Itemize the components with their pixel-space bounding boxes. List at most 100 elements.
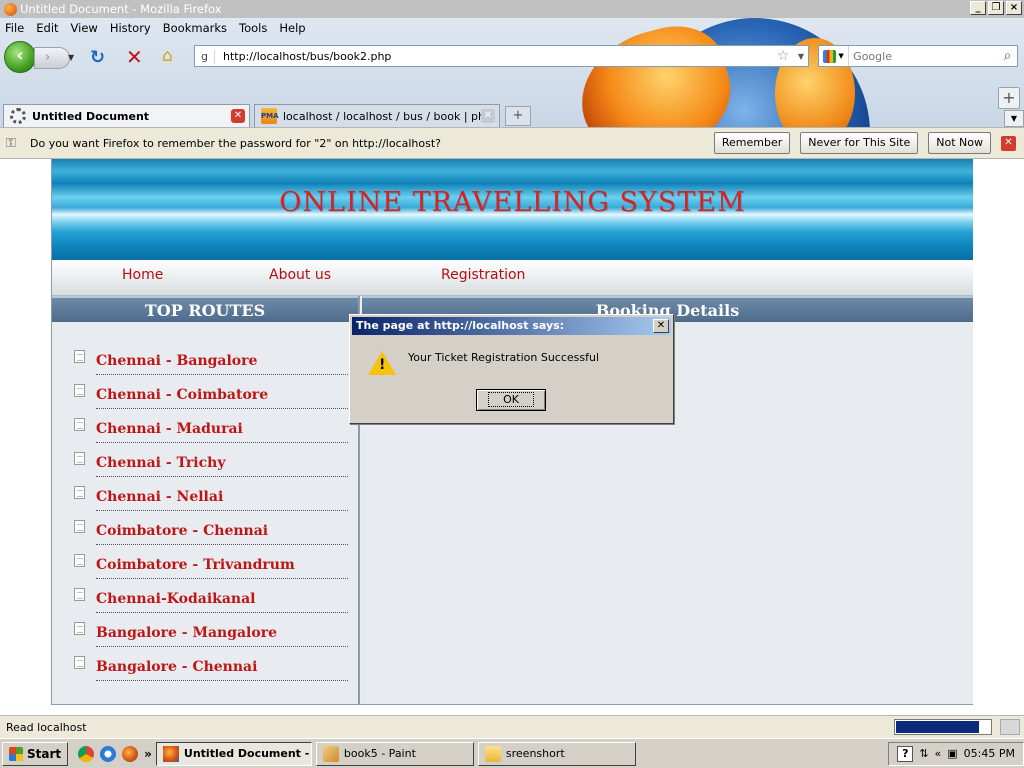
forward-button[interactable]: › bbox=[34, 47, 70, 69]
document-icon bbox=[74, 452, 85, 465]
back-button[interactable]: ‹ bbox=[4, 41, 36, 73]
paint-icon bbox=[322, 745, 339, 762]
key-icon: ⚿ bbox=[6, 135, 16, 151]
tab-close-icon[interactable]: ✕ bbox=[481, 109, 495, 123]
clock[interactable]: 05:45 PM bbox=[964, 747, 1015, 760]
firefox-icon bbox=[162, 745, 179, 762]
task-label: sreenshort bbox=[505, 747, 565, 760]
site-nav: Home About us Registration bbox=[52, 260, 973, 296]
start-button[interactable]: Start bbox=[2, 741, 69, 766]
route-link[interactable]: Coimbatore - Chennai bbox=[96, 520, 348, 545]
window-controls: _ ❐ × bbox=[970, 1, 1022, 15]
menu-tools[interactable]: Tools bbox=[238, 20, 268, 38]
alert-dialog: The page at http://localhost says: ✕ ! Y… bbox=[349, 314, 674, 424]
route-link[interactable]: Bangalore - Chennai bbox=[96, 656, 348, 681]
start-label: Start bbox=[27, 746, 62, 761]
menu-view[interactable]: View bbox=[70, 20, 99, 38]
menu-edit[interactable]: Edit bbox=[35, 20, 59, 38]
close-window-button[interactable]: × bbox=[1006, 1, 1022, 15]
list-all-tabs-dropdown-icon[interactable]: ▼ bbox=[1004, 110, 1024, 127]
search-input[interactable] bbox=[849, 47, 999, 65]
password-notification-bar: ⚿ Do you want Firefox to remember the pa… bbox=[0, 127, 1024, 159]
site-container: ONLINE TRAVELLING SYSTEM Home About us R… bbox=[51, 159, 973, 705]
route-link[interactable]: Chennai - Trichy bbox=[96, 452, 348, 477]
list-item: Bangalore - Mangalore bbox=[52, 622, 358, 656]
route-link[interactable]: Chennai - Bangalore bbox=[96, 350, 348, 375]
tab-untitled-document[interactable]: Untitled Document ✕ bbox=[3, 104, 250, 127]
close-notification-icon[interactable]: ✕ bbox=[1001, 135, 1016, 151]
history-dropdown-icon[interactable]: ▼ bbox=[68, 53, 74, 62]
tray-expand[interactable]: « bbox=[935, 747, 942, 760]
url-input[interactable] bbox=[215, 47, 772, 65]
stop-icon[interactable]: ✕ bbox=[126, 45, 143, 69]
list-item: Bangalore - Chennai bbox=[52, 656, 358, 690]
help-icon[interactable]: ? bbox=[897, 745, 914, 762]
list-item: Chennai-Kodaikanal bbox=[52, 588, 358, 622]
never-for-this-site-button[interactable]: Never for This Site bbox=[800, 132, 919, 154]
window-title-bar: Untitled Document - Mozilla Firefox _ ❐ … bbox=[0, 0, 1024, 18]
remember-button[interactable]: Remember bbox=[713, 132, 791, 154]
menu-bar: File Edit View History Bookmarks Tools H… bbox=[0, 20, 307, 38]
windows-taskbar: Start » Untitled Document - ... book5 - … bbox=[0, 738, 1024, 768]
tab-phpmyadmin[interactable]: PMA localhost / localhost / bus / book |… bbox=[254, 104, 500, 127]
site-favicon-icon[interactable]: g bbox=[195, 49, 215, 63]
route-link[interactable]: Chennai - Coimbatore bbox=[96, 384, 348, 409]
top-routes-panel: TOP ROUTES Chennai - Bangalore Chennai -… bbox=[52, 296, 360, 704]
menu-file[interactable]: File bbox=[4, 20, 25, 38]
minimize-button[interactable]: _ bbox=[970, 1, 986, 15]
task-firefox[interactable]: Untitled Document - ... bbox=[155, 741, 312, 766]
menu-help[interactable]: Help bbox=[278, 20, 306, 38]
quick-launch: » bbox=[78, 745, 152, 762]
dialog-message: Your Ticket Registration Successful bbox=[408, 351, 600, 364]
dialog-title: The page at http://localhost says: bbox=[352, 317, 671, 335]
new-tab-button[interactable]: + bbox=[505, 106, 531, 126]
browser-chrome: File Edit View History Bookmarks Tools H… bbox=[0, 18, 1024, 127]
route-link[interactable]: Chennai - Madurai bbox=[96, 418, 348, 443]
route-link[interactable]: Coimbatore - Trivandrum bbox=[96, 554, 348, 579]
add-toolbar-plus-icon[interactable]: + bbox=[998, 87, 1020, 109]
tab-label: localhost / localhost / bus / book | php… bbox=[283, 109, 481, 123]
site-title: ONLINE TRAVELLING SYSTEM bbox=[279, 187, 746, 218]
internet-explorer-icon[interactable] bbox=[100, 745, 117, 762]
task-label: Untitled Document - ... bbox=[183, 747, 312, 760]
url-dropdown-icon[interactable]: ▼ bbox=[794, 52, 808, 61]
firefox-icon[interactable] bbox=[122, 745, 139, 762]
bookmark-star-icon[interactable]: ☆ bbox=[772, 48, 794, 64]
status-bar: Read localhost bbox=[0, 715, 1024, 738]
not-now-button[interactable]: Not Now bbox=[928, 132, 991, 154]
document-icon bbox=[74, 520, 85, 533]
navigation-toolbar: ‹ › ▼ ↻ ✕ ⌂ g ☆ ▼ ▼ ⌕ bbox=[0, 39, 1024, 75]
document-icon bbox=[74, 486, 85, 499]
task-paint[interactable]: book5 - Paint bbox=[315, 741, 474, 766]
list-item: Chennai - Bangalore bbox=[52, 350, 358, 384]
restore-button[interactable]: ❐ bbox=[988, 1, 1004, 15]
site-banner: ONLINE TRAVELLING SYSTEM bbox=[52, 159, 973, 260]
route-link[interactable]: Bangalore - Mangalore bbox=[96, 622, 348, 647]
nav-registration-link[interactable]: Registration bbox=[441, 267, 525, 283]
task-folder[interactable]: sreenshort bbox=[477, 741, 636, 766]
tab-strip: Untitled Document ✕ PMA localhost / loca… bbox=[0, 87, 1024, 127]
dialog-close-button[interactable]: ✕ bbox=[653, 319, 669, 333]
route-link[interactable]: Chennai - Nellai bbox=[96, 486, 348, 511]
nav-about-link[interactable]: About us bbox=[269, 267, 331, 283]
monitor-icon[interactable]: ▣ bbox=[947, 747, 957, 760]
tab-close-icon[interactable]: ✕ bbox=[231, 109, 245, 123]
ok-button[interactable]: OK bbox=[476, 389, 546, 411]
document-icon bbox=[74, 384, 85, 397]
home-icon[interactable]: ⌂ bbox=[162, 46, 173, 66]
warning-exclamation: ! bbox=[379, 357, 386, 373]
reload-icon[interactable]: ↻ bbox=[90, 47, 105, 68]
menu-bookmarks[interactable]: Bookmarks bbox=[162, 20, 228, 38]
network-icon[interactable]: ⇅ bbox=[919, 747, 928, 760]
list-item: Chennai - Madurai bbox=[52, 418, 358, 452]
menu-history[interactable]: History bbox=[109, 20, 152, 38]
search-engine-icon[interactable]: ▼ bbox=[819, 46, 850, 66]
route-link[interactable]: Chennai-Kodaikanal bbox=[96, 588, 348, 613]
chrome-icon[interactable] bbox=[78, 745, 95, 762]
search-magnifier-icon[interactable]: ⌕ bbox=[998, 48, 1017, 64]
nav-home-link[interactable]: Home bbox=[122, 267, 163, 283]
status-addon-icon[interactable] bbox=[1000, 719, 1020, 735]
url-bar: g ☆ ▼ bbox=[194, 45, 809, 67]
quick-launch-more[interactable]: » bbox=[144, 747, 152, 761]
tab-label: Untitled Document bbox=[32, 109, 150, 123]
